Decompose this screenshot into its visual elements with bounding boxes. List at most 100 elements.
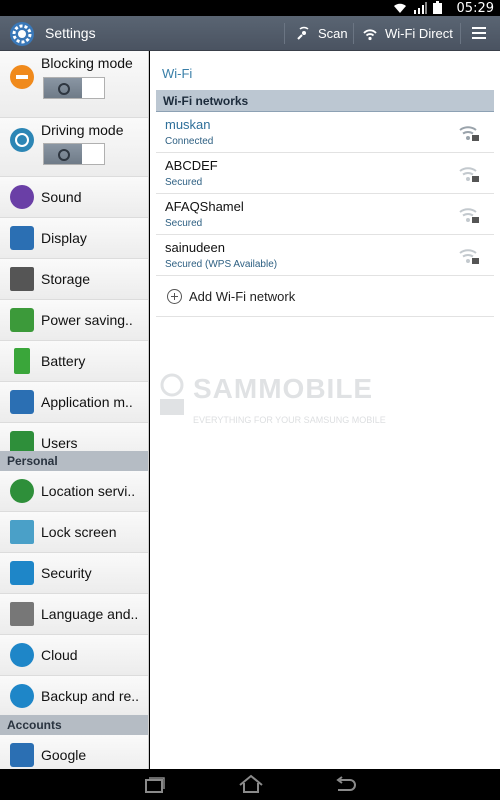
sidebar-item-label: Language and.. — [41, 606, 139, 622]
sidebar-item-security[interactable]: Security — [0, 553, 148, 594]
location-icon — [10, 479, 34, 503]
add-wifi-network-label: Add Wi-Fi network — [189, 289, 296, 304]
network-status: Secured (WPS Available) — [165, 259, 278, 270]
watermark-title: SAMMOBILE — [193, 373, 374, 404]
watermark: SAMMOBILE EVERYTHING FOR YOUR SAMSUNG MO… — [155, 373, 386, 433]
backup-icon — [10, 684, 34, 708]
wifi-direct-icon — [363, 28, 377, 40]
display-icon — [10, 226, 34, 250]
settings-sidebar: Blocking mode Driving mode Sound Display… — [0, 51, 149, 769]
network-status: Secured — [165, 218, 203, 229]
sidebar-item-label: Battery — [41, 353, 86, 369]
network-ssid: ABCDEF — [165, 158, 218, 173]
network-item[interactable]: ABCDEF Secured — [156, 153, 494, 194]
security-icon — [10, 561, 34, 585]
sidebar-item-power-saving[interactable]: Power saving.. — [0, 300, 148, 341]
battery-status-icon — [433, 1, 442, 14]
navigation-bar — [0, 769, 500, 800]
wifi-signal-locked-icon — [459, 126, 479, 141]
language-icon — [10, 602, 34, 626]
wifi-signal-locked-icon — [459, 208, 479, 223]
blocking-mode-icon — [10, 65, 34, 89]
sidebar-item-label: Security — [41, 565, 92, 581]
network-ssid: sainudeen — [165, 240, 225, 255]
sidebar-item-storage[interactable]: Storage — [0, 259, 148, 300]
sidebar-item-label: Sound — [41, 189, 82, 205]
sidebar-item-google[interactable]: Google — [0, 735, 148, 769]
watermark-subtitle: EVERYTHING FOR YOUR SAMSUNG MOBILE — [193, 415, 386, 425]
network-ssid: muskan — [165, 117, 211, 132]
section-header-accounts: Accounts — [0, 715, 148, 735]
app-title: Settings — [45, 25, 96, 41]
sidebar-item-backup[interactable]: Backup and re.. — [0, 676, 148, 717]
sidebar-item-lock-screen[interactable]: Lock screen — [0, 512, 148, 553]
lock-screen-icon — [10, 520, 34, 544]
status-icons — [393, 1, 442, 14]
sidebar-item-label: Blocking mode — [41, 55, 133, 71]
sidebar-item-label: Application m.. — [41, 394, 133, 410]
scan-label: Scan — [318, 26, 348, 41]
wifi-panel: Wi-Fi Wi-Fi networks muskan Connected AB… — [150, 51, 500, 769]
blocking-mode-toggle[interactable] — [43, 77, 105, 99]
sidebar-item-display[interactable]: Display — [0, 218, 148, 259]
network-item[interactable]: AFAQShamel Secured — [156, 194, 494, 235]
sound-icon — [10, 185, 34, 209]
wifi-direct-button[interactable]: Wi-Fi Direct — [362, 16, 453, 51]
add-icon — [167, 289, 182, 304]
network-item[interactable]: sainudeen Secured (WPS Available) — [156, 235, 494, 276]
network-status: Secured — [165, 177, 203, 188]
google-icon — [10, 743, 34, 767]
divider — [460, 23, 461, 44]
recent-apps-icon[interactable] — [143, 776, 165, 794]
divider — [284, 23, 285, 44]
driving-mode-toggle[interactable] — [43, 143, 105, 165]
sidebar-item-label: Backup and re.. — [41, 688, 140, 704]
sidebar-item-sound[interactable]: Sound — [0, 177, 148, 218]
sidebar-item-label: Driving mode — [41, 122, 124, 138]
scan-icon — [297, 26, 309, 40]
driving-mode-icon — [10, 128, 34, 152]
section-header-personal: Personal — [0, 451, 148, 471]
sidebar-item-label: Storage — [41, 271, 91, 287]
application-manager-icon — [10, 390, 34, 414]
network-ssid: AFAQShamel — [165, 199, 244, 214]
scan-button[interactable]: Scan — [295, 16, 348, 51]
sidebar-item-blocking-mode[interactable]: Blocking mode — [0, 51, 148, 118]
page-title: Wi-Fi — [162, 66, 193, 81]
power-saving-icon — [10, 308, 34, 332]
back-icon[interactable] — [334, 776, 358, 794]
sidebar-item-label: Users — [41, 435, 78, 451]
network-item[interactable]: muskan Connected — [156, 112, 494, 153]
sammobile-logo-icon — [160, 373, 184, 415]
storage-icon — [10, 267, 34, 291]
divider — [353, 23, 354, 44]
sidebar-item-battery[interactable]: Battery — [0, 341, 148, 382]
sidebar-item-label: Lock screen — [41, 524, 117, 540]
signal-icon — [414, 1, 427, 14]
sidebar-item-label: Power saving.. — [41, 312, 133, 328]
wifi-direct-label: Wi-Fi Direct — [385, 26, 453, 41]
wifi-signal-locked-icon — [459, 249, 479, 264]
sidebar-item-driving-mode[interactable]: Driving mode — [0, 118, 148, 177]
status-bar: 05:29 — [0, 0, 500, 16]
network-status: Connected — [165, 136, 214, 147]
sidebar-item-label: Location servi.. — [41, 483, 136, 499]
section-header-wifi-networks: Wi-Fi networks — [156, 90, 494, 112]
home-icon[interactable] — [237, 774, 265, 794]
add-wifi-network-button[interactable]: Add Wi-Fi network — [156, 276, 494, 317]
sidebar-item-location[interactable]: Location servi.. — [0, 471, 148, 512]
overflow-menu-icon[interactable] — [472, 26, 486, 40]
sidebar-item-label: Google — [41, 747, 87, 763]
cloud-icon — [10, 643, 34, 667]
sidebar-item-language[interactable]: Language and.. — [0, 594, 148, 635]
sidebar-item-label: Display — [41, 230, 87, 246]
wifi-signal-locked-icon — [459, 167, 479, 182]
sidebar-item-label: Cloud — [41, 647, 78, 663]
settings-gear-icon[interactable] — [8, 20, 36, 48]
clock: 05:29 — [456, 1, 494, 16]
sidebar-item-cloud[interactable]: Cloud — [0, 635, 148, 676]
wifi-status-icon — [394, 3, 406, 13]
battery-icon — [14, 348, 30, 374]
action-bar: Settings Scan Wi-Fi Direct — [0, 16, 500, 51]
sidebar-item-application-manager[interactable]: Application m.. — [0, 382, 148, 423]
